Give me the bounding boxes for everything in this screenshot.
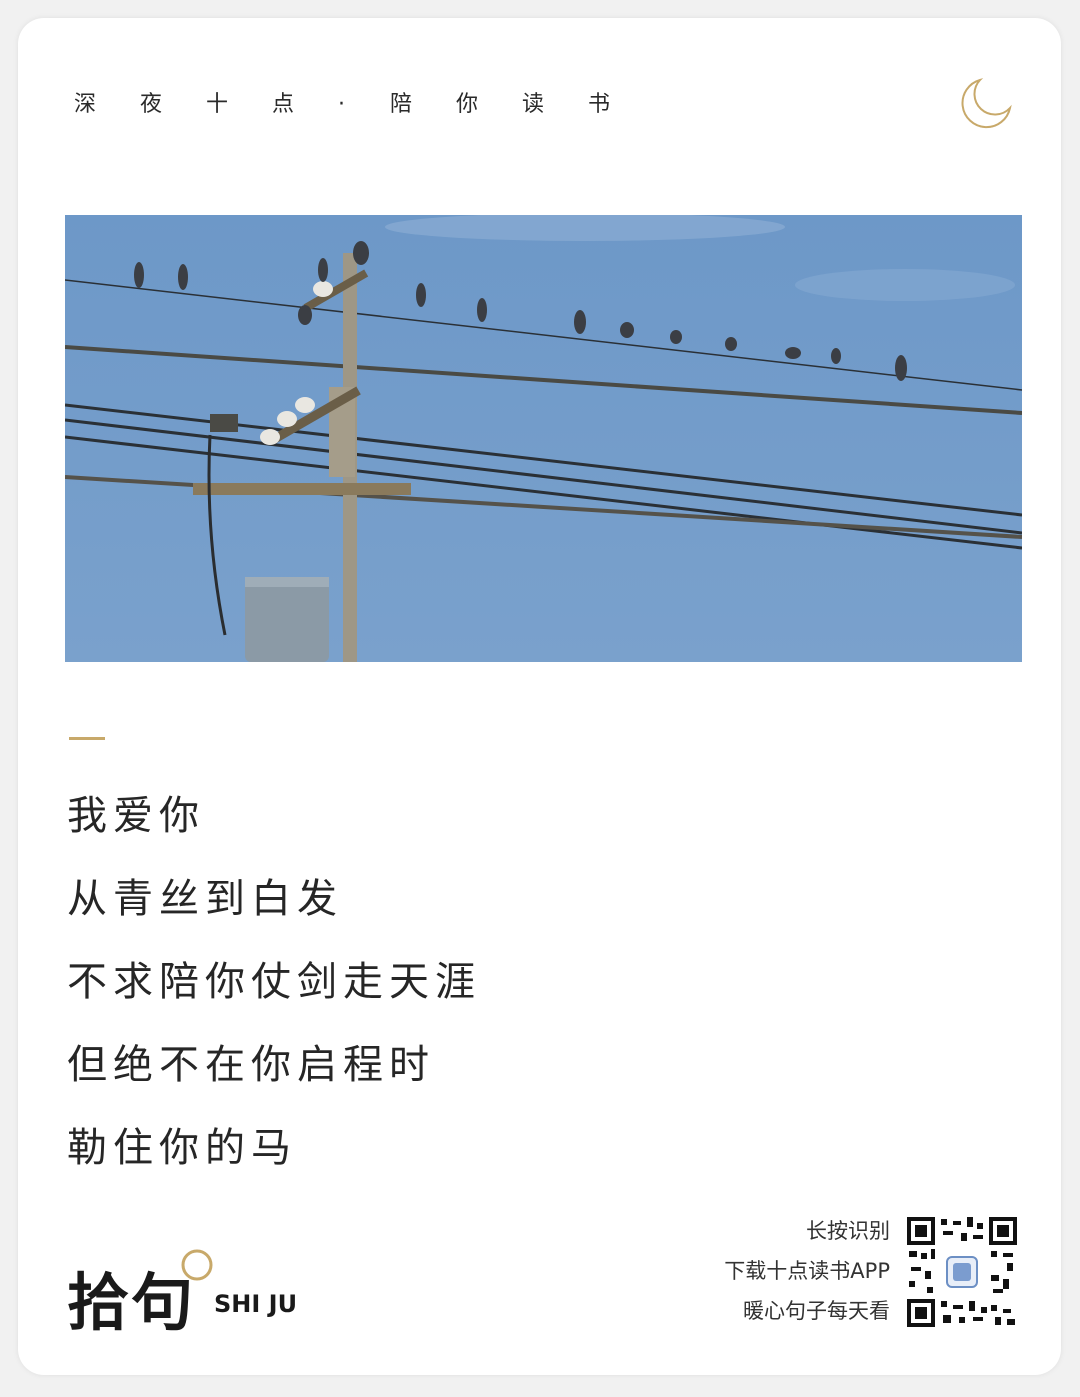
header-char: 点 (272, 92, 295, 117)
qr-caption-line: 下载十点读书APP (724, 1259, 890, 1283)
qr-caption: 长按识别 下载十点读书APP 暖心句子每天看 (724, 1215, 890, 1335)
header-char: 深 (74, 92, 97, 117)
qr-code-icon[interactable] (907, 1217, 1017, 1327)
poem-line: 不求陪你仗剑走天涯 (67, 959, 481, 1005)
header-char: 书 (588, 92, 611, 117)
brand-name-cn: 拾句 (67, 1266, 196, 1339)
qr-caption-line: 暖心句子每天看 (743, 1299, 890, 1323)
poem-line: 我爱你 (67, 793, 205, 839)
header-separator: · (338, 92, 345, 117)
header-char: 你 (456, 92, 479, 117)
header-slogan: 深 夜 十 点 · 陪 你 读 书 (74, 86, 654, 118)
qr-caption-line: 长按识别 (806, 1219, 890, 1243)
brand-name-en: SHI JU (214, 1290, 298, 1318)
poem-line: 从青丝到白发 (67, 876, 343, 922)
brand-ring-icon (181, 1249, 213, 1281)
header-char: 读 (522, 92, 545, 117)
crescent-moon-icon (961, 78, 1012, 129)
poem-line: 但绝不在你启程时 (67, 1042, 435, 1088)
poem-line: 勒住你的马 (67, 1125, 297, 1171)
header-char: 夜 (140, 92, 163, 117)
accent-dash (69, 737, 105, 740)
photo-birds-on-power-lines (65, 215, 1022, 662)
header-char: 陪 (390, 92, 413, 117)
poem-text: 我爱你 从青丝到白发 不求陪你仗剑走天涯 但绝不在你启程时 勒住你的马 (67, 790, 481, 1205)
header-char: 十 (206, 92, 229, 117)
